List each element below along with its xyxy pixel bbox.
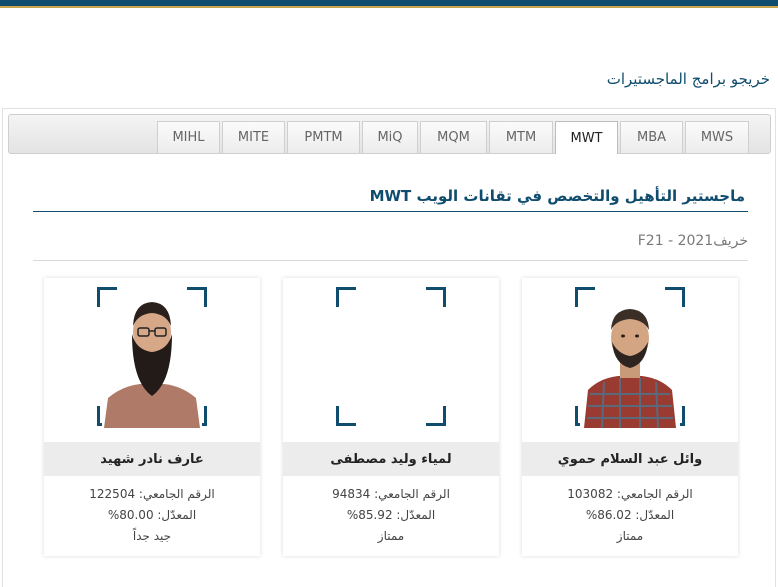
graduate-grade: ممتاز: [616, 529, 644, 543]
term-divider: [33, 260, 748, 261]
photo-frame: [522, 278, 738, 442]
tab-miq[interactable]: MiQ: [362, 121, 418, 153]
frame-corner: [426, 406, 446, 426]
tab-mws[interactable]: MWS: [685, 121, 749, 153]
graduate-photo: [102, 290, 202, 428]
graduate-id: الرقم الجامعي: 94834: [332, 487, 450, 501]
term-label: خريف2021 - F21: [637, 233, 748, 249]
top-header-bar: [0, 0, 778, 8]
tab-mba[interactable]: MBA: [620, 121, 683, 153]
graduate-grade: جيد جداً: [132, 529, 172, 543]
graduate-name: عارف نادر شهيد: [44, 442, 260, 476]
graduate-name: وائل عبد السلام حموي: [522, 442, 738, 476]
tab-mite[interactable]: MITE: [222, 121, 285, 153]
graduate-gpa: المعدّل: 86.02%: [585, 508, 675, 522]
graduate-gpa: المعدّل: 80.00%: [107, 508, 197, 522]
graduate-card[interactable]: وائل عبد السلام حموي الرقم الجامعي: 1030…: [522, 278, 738, 556]
program-title: ماجستير التأهيل والتخصص في تقانات الويب …: [369, 187, 745, 205]
graduate-card[interactable]: عارف نادر شهيد الرقم الجامعي: 122504 الم…: [44, 278, 260, 556]
frame-corner: [336, 406, 356, 426]
frame-corner: [336, 287, 356, 307]
tab-mtm[interactable]: MTM: [489, 121, 553, 153]
graduate-gpa: المعدّل: 85.92%: [346, 508, 436, 522]
title-divider: [33, 211, 748, 212]
graduate-name: لمياء وليد مصطفى: [283, 442, 499, 476]
photo-frame: [44, 278, 260, 442]
graduate-id: الرقم الجامعي: 122504: [89, 487, 215, 501]
frame-corner: [426, 287, 446, 307]
graduate-grade: ممتاز: [377, 529, 405, 543]
section-title: خريجو برامج الماجستيرات: [606, 70, 770, 88]
header-accent-line: [0, 6, 778, 8]
tab-mwt[interactable]: MWT: [555, 121, 618, 154]
tab-mqm[interactable]: MQM: [420, 121, 487, 153]
graduate-card[interactable]: لمياء وليد مصطفى الرقم الجامعي: 94834 ال…: [283, 278, 499, 556]
photo-frame: [283, 278, 499, 442]
graduate-photo: [580, 290, 680, 428]
tab-pmtm[interactable]: PMTM: [287, 121, 360, 153]
tab-mihl[interactable]: MIHL: [157, 121, 220, 153]
graduate-id: الرقم الجامعي: 103082: [567, 487, 693, 501]
